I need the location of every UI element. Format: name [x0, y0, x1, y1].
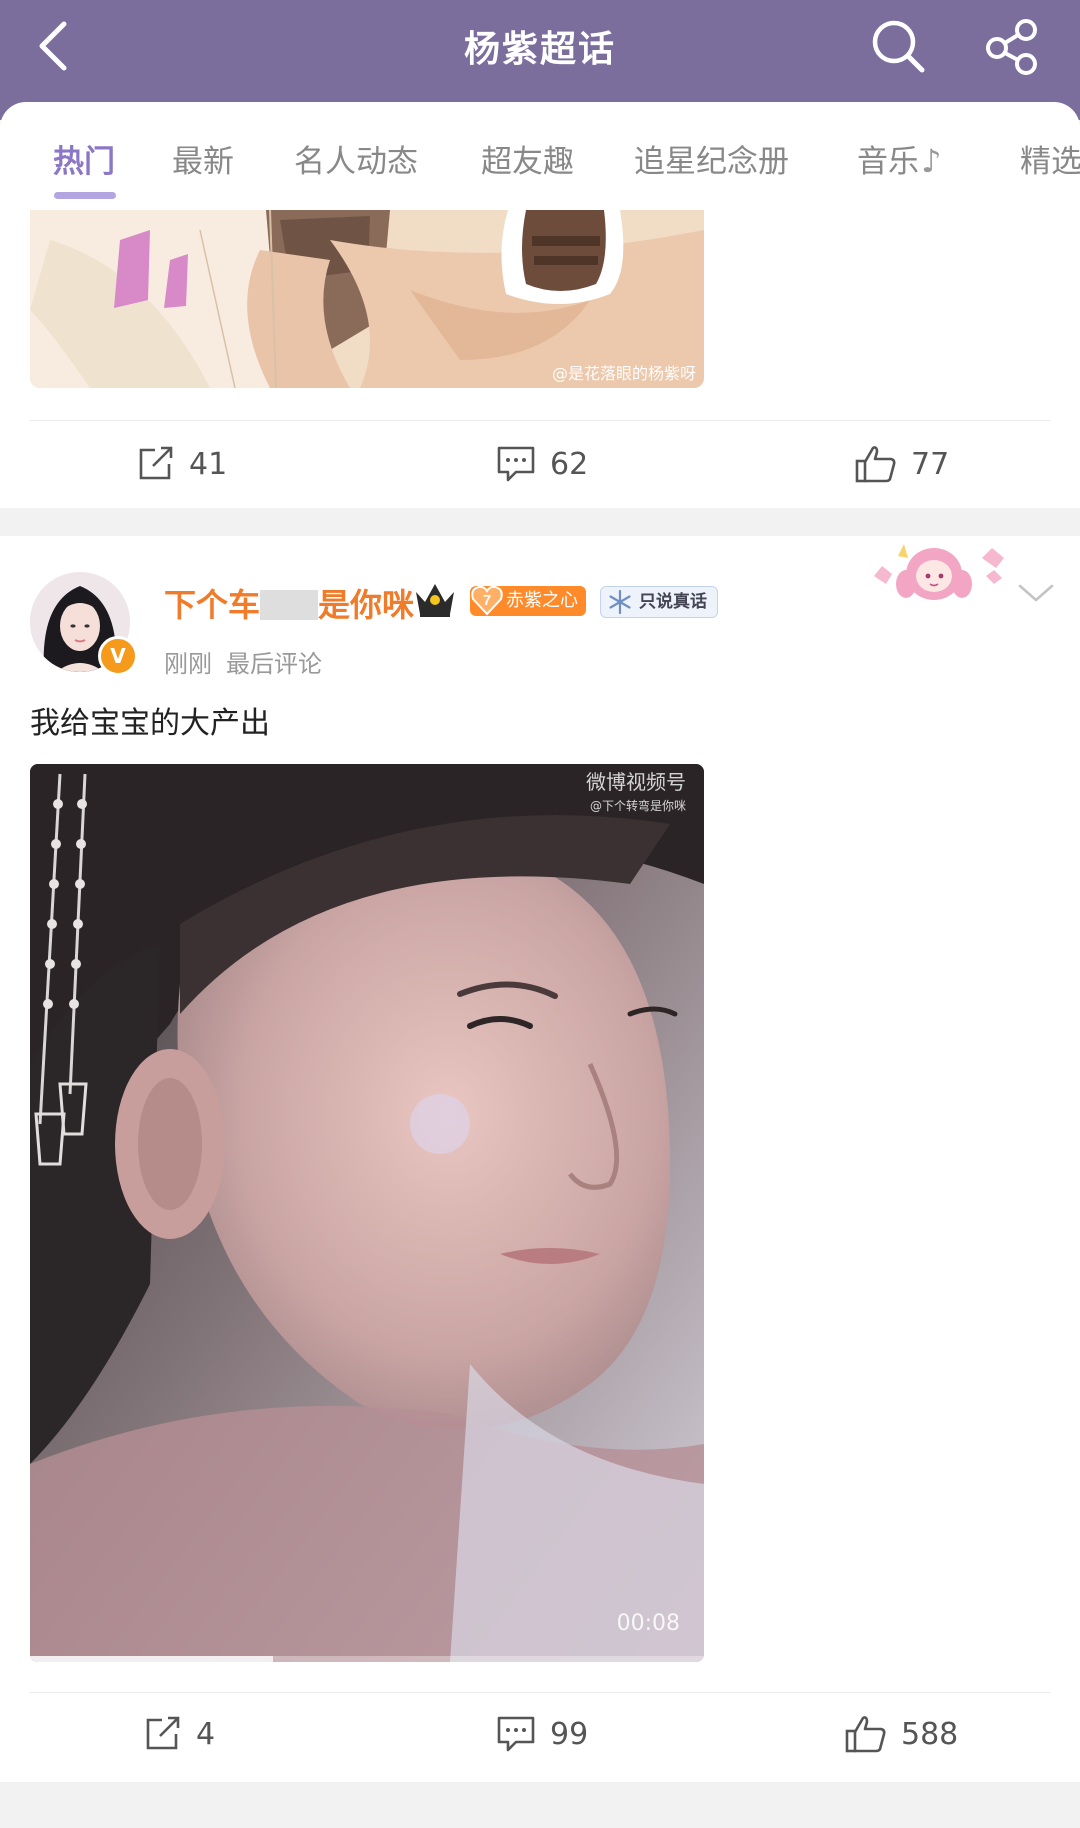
post-time: 刚刚 [164, 650, 212, 678]
comment-count: 62 [550, 446, 589, 482]
thumbs-up-icon [855, 446, 896, 483]
video-progress-bar[interactable] [30, 1656, 704, 1662]
title-badge[interactable]: 只说真话 [600, 586, 718, 618]
tab-celebrity-news[interactable]: 名人动态 [294, 136, 418, 181]
fan-level-number: 7 [483, 592, 491, 609]
tab-music[interactable]: 音乐♪ [857, 136, 941, 181]
post-image[interactable]: @是花落眼的杨紫呀 [30, 210, 704, 388]
like-count: 588 [901, 1716, 959, 1752]
tab-super-fun[interactable]: 超友趣 [481, 136, 574, 181]
like-count: 77 [911, 446, 950, 482]
fan-badge-label: 赤紫之心 [506, 590, 578, 611]
previous-post-card: @是花落眼的杨紫呀 41 62 77 [0, 210, 1080, 508]
post-meta: 刚刚 最后评论 [164, 644, 322, 679]
repost-button[interactable]: 41 [137, 442, 227, 486]
comment-icon [497, 446, 535, 482]
like-button[interactable]: 77 [855, 442, 949, 486]
chevron-down-icon[interactable] [1016, 580, 1056, 606]
like-button[interactable]: 588 [845, 1712, 958, 1756]
post-card: V 下个车 是你咪 7 赤紫之心 只说真话 刚刚 最后评论 我给宝宝的大产出 微… [0, 536, 1080, 1782]
tab-featured[interactable]: 精选 [1020, 136, 1080, 181]
crown-icon [416, 584, 454, 617]
video-watermark: 微博视频号 @下个转弯是你咪 [586, 770, 686, 818]
username[interactable]: 下个车 是你咪 [164, 580, 414, 626]
divider [30, 1692, 1050, 1693]
thumbs-up-icon [845, 1716, 886, 1753]
video-frame [30, 764, 704, 1662]
post-text: 我给宝宝的大产出 [30, 706, 270, 741]
search-icon[interactable] [868, 16, 928, 76]
video-progress-fill [30, 1656, 273, 1662]
category-tabs: 热门 最新 名人动态 超友趣 追星纪念册 音乐♪ 精选 [0, 102, 1080, 210]
video-watermark-sub: @下个转弯是你咪 [589, 799, 686, 813]
repost-icon [146, 1716, 180, 1750]
title-badge-label: 只说真话 [639, 592, 707, 612]
share-icon[interactable] [982, 16, 1042, 76]
video-duration: 00:08 [616, 1611, 680, 1636]
username-prefix: 下个车 [164, 586, 261, 624]
video-player[interactable]: 微博视频号 @下个转弯是你咪 00:08 [30, 764, 704, 1662]
post-time-note: 最后评论 [226, 650, 322, 678]
video-watermark-text: 微博视频号 [586, 770, 686, 794]
username-suffix: 是你咪 [318, 586, 415, 624]
tab-fan-album[interactable]: 追星纪念册 [634, 136, 789, 181]
snowflake-icon [609, 589, 631, 615]
divider [30, 420, 1050, 421]
comment-icon [497, 1716, 535, 1752]
tab-latest[interactable]: 最新 [172, 136, 234, 181]
comment-button[interactable]: 62 [496, 442, 588, 486]
verified-badge: V [98, 636, 138, 676]
repost-button[interactable]: 4 [144, 1712, 215, 1756]
tab-music-label: 音乐 [857, 144, 919, 180]
anime-girl-sticker-icon [874, 544, 1004, 600]
fan-level-badge[interactable]: 7 赤紫之心 [470, 585, 586, 616]
heart-level-icon: 7 [471, 585, 503, 616]
comment-button[interactable]: 99 [496, 1712, 588, 1756]
repost-count: 41 [189, 446, 228, 482]
repost-count: 4 [196, 1716, 216, 1752]
comment-count: 99 [550, 1716, 589, 1752]
active-tab-indicator [54, 192, 116, 199]
music-note-icon: ♪ [921, 142, 942, 180]
image-watermark: @是花落眼的杨紫呀 [551, 364, 696, 383]
mosaic-redaction [260, 590, 319, 620]
repost-icon [139, 446, 173, 480]
tab-hot[interactable]: 热门 [53, 136, 115, 181]
